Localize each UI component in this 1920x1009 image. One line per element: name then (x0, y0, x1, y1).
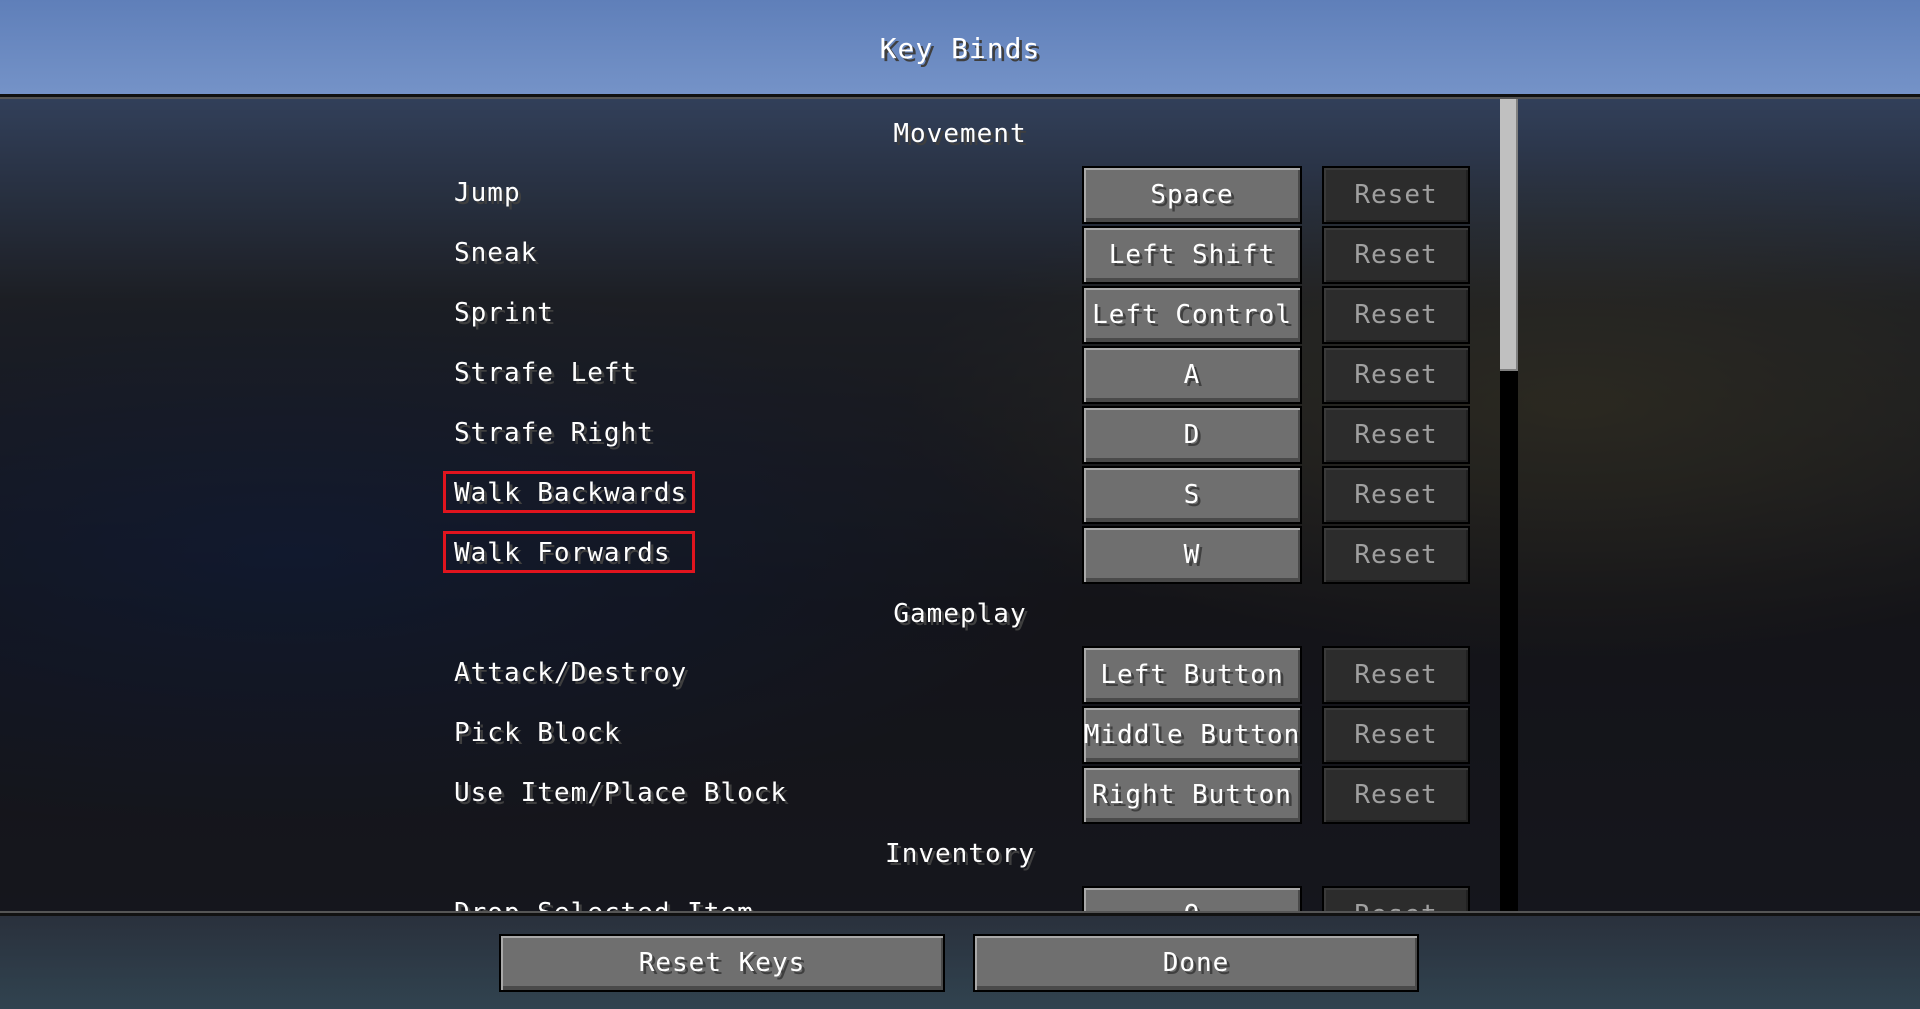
reset-button-walk-forwards[interactable]: Reset (1322, 526, 1470, 584)
key-button-jump[interactable]: Space (1082, 166, 1302, 224)
title-bar: Key Binds (0, 0, 1920, 96)
keybind-row-drop-item: Drop Selected Item Q Reset (0, 886, 1920, 911)
done-button[interactable]: Done (973, 934, 1419, 992)
reset-button-use-item[interactable]: Reset (1322, 766, 1470, 824)
keybind-row-attack: Attack/Destroy Left Button Reset (0, 646, 1920, 706)
keybind-row-use-item: Use Item/Place Block Right Button Reset (0, 766, 1920, 826)
keybind-row-pick-block: Pick Block Middle Button Reset (0, 706, 1920, 766)
reset-button-jump[interactable]: Reset (1322, 166, 1470, 224)
key-button-drop-item[interactable]: Q (1082, 886, 1302, 911)
keybind-label: Walk Forwards (454, 538, 671, 568)
key-button-attack[interactable]: Left Button (1082, 646, 1302, 704)
reset-button-strafe-left[interactable]: Reset (1322, 346, 1470, 404)
key-button-sprint[interactable]: Left Control (1082, 286, 1302, 344)
keybind-label: Sneak (454, 238, 538, 268)
key-button-pick-block[interactable]: Middle Button (1082, 706, 1302, 764)
key-button-use-item[interactable]: Right Button (1082, 766, 1302, 824)
reset-button-strafe-right[interactable]: Reset (1322, 406, 1470, 464)
keybind-label: Use Item/Place Block (454, 778, 788, 808)
category-gameplay: Gameplay (893, 599, 1027, 629)
category-inventory: Inventory (885, 839, 1035, 869)
keybind-label: Drop Selected Item (454, 898, 754, 911)
keybind-row-walk-forwards: Walk Forwards W Reset (0, 526, 1920, 586)
footer-area (0, 916, 1920, 1009)
reset-button-sprint[interactable]: Reset (1322, 286, 1470, 344)
keybind-row-sneak: Sneak Left Shift Reset (0, 226, 1920, 286)
keybind-label: Jump (454, 178, 521, 208)
keybind-label: Strafe Right (454, 418, 654, 448)
page-title: Key Binds (879, 31, 1041, 65)
reset-button-drop-item[interactable]: Reset (1322, 886, 1470, 911)
scrollbar-thumb[interactable] (1500, 99, 1518, 371)
keybind-row-sprint: Sprint Left Control Reset (0, 286, 1920, 346)
keybind-label: Walk Backwards (454, 478, 688, 508)
keybind-label: Attack/Destroy (454, 658, 688, 688)
key-button-strafe-right[interactable]: D (1082, 406, 1302, 464)
key-button-walk-backwards[interactable]: S (1082, 466, 1302, 524)
keybind-row-strafe-left: Strafe Left A Reset (0, 346, 1920, 406)
key-button-walk-forwards[interactable]: W (1082, 526, 1302, 584)
keybind-label: Strafe Left (454, 358, 638, 388)
key-button-strafe-left[interactable]: A (1082, 346, 1302, 404)
reset-button-sneak[interactable]: Reset (1322, 226, 1470, 284)
reset-button-attack[interactable]: Reset (1322, 646, 1470, 704)
reset-keys-button[interactable]: Reset Keys (499, 934, 945, 992)
category-movement: Movement (893, 119, 1027, 149)
key-button-sneak[interactable]: Left Shift (1082, 226, 1302, 284)
reset-button-pick-block[interactable]: Reset (1322, 706, 1470, 764)
keybind-label: Pick Block (454, 718, 621, 748)
keybind-label: Sprint (454, 298, 554, 328)
keybind-row-walk-backwards: Walk Backwards S Reset (0, 466, 1920, 526)
reset-button-walk-backwards[interactable]: Reset (1322, 466, 1470, 524)
keybind-row-strafe-right: Strafe Right D Reset (0, 406, 1920, 466)
keybind-list[interactable]: Movement Jump Space Reset Sneak Left Shi… (0, 99, 1920, 911)
keybind-row-jump: Jump Space Reset (0, 166, 1920, 226)
